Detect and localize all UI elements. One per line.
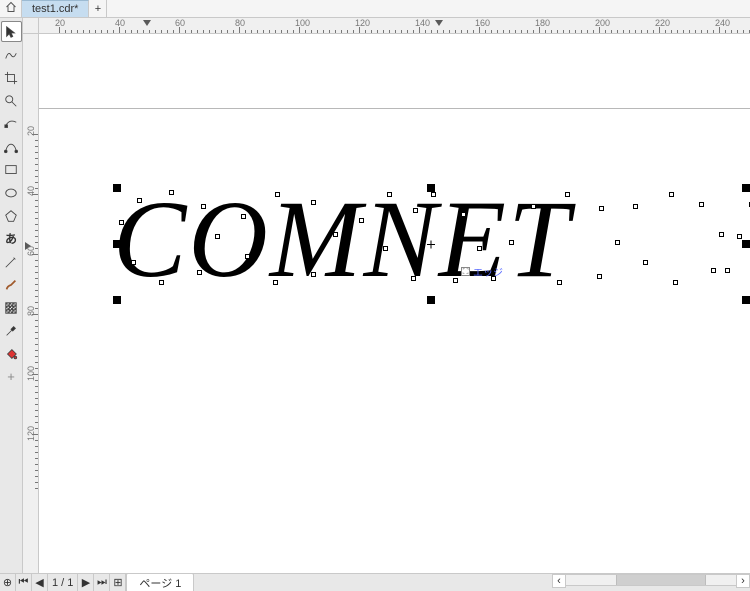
shape-edit-tool[interactable] (1, 113, 22, 134)
first-icon: ⏮ (19, 576, 29, 589)
last-icon: ⏭ (97, 576, 107, 589)
freehand-tool[interactable] (1, 44, 22, 65)
curve-node[interactable] (633, 204, 638, 209)
plus-icon: + (7, 369, 15, 384)
text-tool-label: あ (5, 230, 17, 247)
welcome-tab[interactable] (0, 0, 22, 17)
curve-node[interactable] (673, 280, 678, 285)
page-counter: 1 / 1 (48, 574, 78, 591)
rectangle-tool[interactable] (1, 159, 22, 180)
hscroll-thumb[interactable] (616, 574, 706, 586)
plus-icon: + (95, 3, 101, 15)
page-edge-line (39, 108, 750, 109)
next-icon: ▶ (82, 576, 90, 589)
eyedropper-tool[interactable] (1, 320, 22, 341)
selection-handle-ne[interactable] (742, 184, 750, 192)
curve-node[interactable] (737, 234, 742, 239)
new-document-tab[interactable]: + (89, 0, 107, 17)
vertical-ruler[interactable]: 20406080100120 (23, 34, 39, 573)
curve-node[interactable] (725, 268, 730, 273)
curve-node[interactable] (699, 202, 704, 207)
toolbox: あ + (0, 18, 23, 573)
canvas-viewport[interactable]: COMNET ⛶ エッジ (39, 34, 750, 573)
chevron-right-icon: › (741, 575, 745, 587)
page-tab[interactable]: ページ 1 (126, 573, 194, 591)
selection-handle-se[interactable] (742, 296, 750, 304)
document-tab-label: test1.cdr* (32, 3, 78, 15)
curve-node[interactable] (643, 260, 648, 265)
prev-icon: ◀ (35, 576, 43, 589)
hscroll-track[interactable] (566, 574, 736, 586)
page-add-button[interactable]: ⊕ (0, 574, 16, 591)
page-total: 1 (67, 577, 73, 589)
page-first-button[interactable]: ⏮ (16, 574, 32, 591)
snap-hint-label: エッジ (473, 264, 503, 279)
add-page-icon: ⊞ (113, 576, 122, 589)
hscroll-right-button[interactable]: › (736, 574, 750, 588)
polygon-tool[interactable] (1, 205, 22, 226)
bezier-tool[interactable] (1, 136, 22, 157)
page-next-button[interactable]: ▶ (78, 574, 94, 591)
selection-center-mark[interactable] (427, 241, 435, 249)
document-tabstrip: test1.cdr* + (0, 0, 750, 18)
selection-handle-w[interactable] (113, 240, 121, 248)
selection-handle-e[interactable] (742, 240, 750, 248)
ellipse-tool[interactable] (1, 182, 22, 203)
pen-tool[interactable] (1, 251, 22, 272)
curve-node[interactable] (719, 232, 724, 237)
brush-tool[interactable] (1, 274, 22, 295)
hscroll-left-button[interactable]: ‹ (552, 574, 566, 588)
zoom-tool[interactable] (1, 90, 22, 111)
chevron-left-icon: ‹ (557, 575, 561, 587)
selection-handle-nw[interactable] (113, 184, 121, 192)
selection-handle-n[interactable] (427, 184, 435, 192)
crop-tool[interactable] (1, 67, 22, 88)
plus-page-icon: ⊕ (3, 576, 12, 589)
snap-hint-icon: ⛶ (461, 267, 470, 276)
curve-node[interactable] (711, 268, 716, 273)
fill-tool[interactable] (1, 343, 22, 364)
curve-node[interactable] (599, 206, 604, 211)
curve-node[interactable] (597, 274, 602, 279)
page-navigator: ⊕ ⏮ ◀ 1 / 1 ▶ ⏭ ⊞ ページ 1 ‹ › (0, 573, 750, 591)
selection-handle-s[interactable] (427, 296, 435, 304)
page-tab-label: ページ 1 (139, 575, 181, 591)
transparency-tool[interactable] (1, 297, 22, 318)
ruler-corner[interactable] (23, 18, 39, 34)
snap-hint: ⛶ エッジ (461, 264, 503, 279)
horizontal-ruler[interactable]: 20406080100120140160180200220240 (39, 18, 750, 34)
page-prev-button[interactable]: ◀ (32, 574, 48, 591)
app-root: test1.cdr* + あ + (0, 0, 750, 591)
page-add2-button[interactable]: ⊞ (110, 574, 126, 591)
select-tool[interactable] (1, 21, 22, 42)
page-last-button[interactable]: ⏭ (94, 574, 110, 591)
workspace: 20406080100120140160180200220240 2040608… (23, 18, 750, 573)
ruler-caret-mid (435, 20, 443, 26)
curve-node[interactable] (669, 192, 674, 197)
ruler-caret-left (143, 20, 151, 26)
main-area: あ + 20406080100120140160180200220240 204… (0, 18, 750, 573)
add-tool[interactable]: + (1, 366, 22, 387)
curve-node[interactable] (615, 240, 620, 245)
selection-handle-sw[interactable] (113, 296, 121, 304)
document-tab-active[interactable]: test1.cdr* (22, 0, 89, 17)
home-icon (5, 1, 17, 16)
text-tool[interactable]: あ (1, 228, 22, 249)
